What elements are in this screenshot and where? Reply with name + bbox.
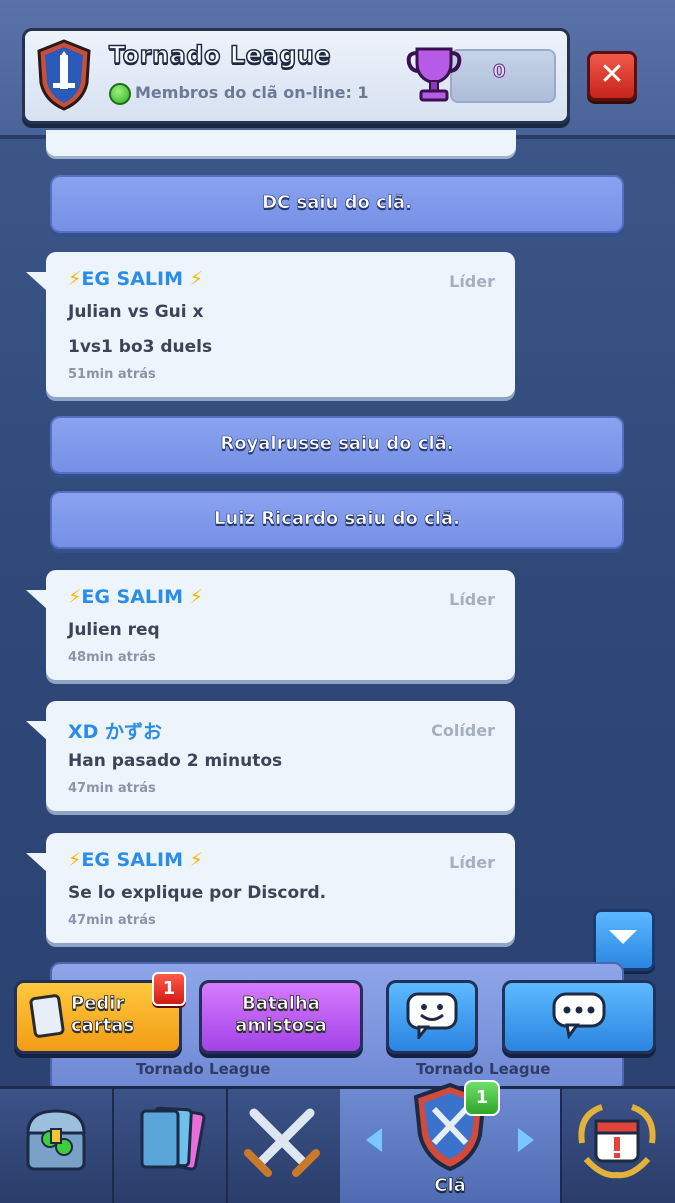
treasure-chest-icon (26, 1109, 86, 1171)
message-text: Han pasado 2 minutos (68, 751, 283, 771)
chat-message: ⚡EG SALIM ⚡ Líder Julian vs Gui x 1vs1 b… (26, 252, 515, 397)
message-sender[interactable]: ⚡EG SALIM ⚡ (68, 849, 203, 871)
friendly-battle-label: amistosa (235, 1015, 327, 1037)
cards-icon (29, 994, 65, 1038)
lightning-icon: ⚡ (189, 268, 203, 290)
chat-bubble-icon (552, 992, 606, 1039)
system-message: Luiz Ricardo saiu do clã. (50, 491, 624, 549)
tab-clan-label: Clã (434, 1175, 466, 1197)
clan-trophy-count: 0 (493, 61, 506, 83)
message-time: 47min atrás (68, 913, 156, 928)
system-message: Royalrusse saiu do clã. (50, 416, 624, 474)
friendly-battle-label: Batalha (242, 993, 321, 1015)
message-sender[interactable]: XD かずお (68, 717, 162, 744)
message-text: Julien req (68, 620, 160, 640)
tab-events[interactable] (560, 1089, 675, 1203)
chat-message: ⚡EG SALIM ⚡ Líder Se lo explique por Dis… (26, 833, 515, 943)
message-time: 47min atrás (68, 781, 156, 796)
lightning-icon: ⚡ (189, 586, 203, 608)
battle-clan-name: Tornado League (136, 1060, 271, 1078)
message-sender[interactable]: ⚡EG SALIM ⚡ (68, 268, 203, 290)
request-cards-label: Pedir (71, 993, 125, 1015)
trophy-icon (406, 47, 462, 102)
chat-message: ⚡EG SALIM ⚡ Líder Julien req 48min atrás (26, 570, 515, 680)
nav-right-arrow-icon[interactable] (518, 1128, 534, 1152)
lightning-icon: ⚡ (68, 268, 82, 290)
chevron-down-icon (609, 930, 637, 944)
clan-info-card[interactable]: Tornado League Membros do clã on-line: 1… (22, 28, 570, 124)
tab-cards[interactable] (112, 1089, 228, 1203)
chat-button[interactable] (502, 980, 656, 1054)
message-text: Julian vs Gui x (68, 302, 204, 322)
request-cards-label: cartas (71, 1015, 135, 1037)
friendly-battle-button[interactable]: Batalha amistosa (199, 980, 363, 1054)
events-calendar-icon (578, 1104, 656, 1179)
close-icon: ✕ (599, 57, 625, 92)
crossed-swords-icon (244, 1108, 320, 1177)
lightning-icon: ⚡ (189, 849, 203, 871)
message-time: 48min atrás (68, 650, 156, 665)
member-role: Líder (449, 853, 495, 872)
tab-battle[interactable] (226, 1089, 342, 1203)
close-button[interactable]: ✕ (587, 51, 637, 101)
member-role: Líder (449, 590, 495, 609)
message-text: 1vs1 bo3 duels (68, 337, 213, 357)
bottom-navigation: Clã (0, 1082, 675, 1203)
request-cards-badge: 1 (152, 972, 186, 1006)
member-role: Líder (449, 272, 495, 291)
chat-message: XD かずお Colíder Han pasado 2 minutos 47mi… (26, 701, 515, 811)
emote-button[interactable] (386, 980, 478, 1054)
message-sender[interactable]: ⚡EG SALIM ⚡ (68, 586, 203, 608)
clan-header: Tornado League Membros do clã on-line: 1… (0, 0, 675, 139)
partial-chat-bubble (46, 130, 516, 156)
battle-clan-name: Tornado League (416, 1060, 551, 1078)
lightning-icon: ⚡ (68, 586, 82, 608)
cards-deck-icon (140, 1106, 206, 1171)
message-time: 51min atrás (68, 367, 156, 382)
nav-left-arrow-icon[interactable] (366, 1128, 382, 1152)
online-members-text: Membros do clã on-line: 1 (135, 83, 369, 102)
system-message: DC saiu do clã. (50, 175, 624, 233)
message-text: Se lo explique por Discord. (68, 883, 327, 903)
tab-shop[interactable] (0, 1089, 114, 1203)
member-role: Colíder (431, 721, 495, 740)
clan-tab-badge: 1 (464, 1080, 500, 1116)
emote-icon (406, 992, 458, 1039)
clan-name: Tornado League (108, 40, 332, 70)
lightning-icon: ⚡ (68, 849, 82, 871)
online-status-icon (109, 83, 131, 105)
clan-badge-icon (37, 39, 91, 111)
